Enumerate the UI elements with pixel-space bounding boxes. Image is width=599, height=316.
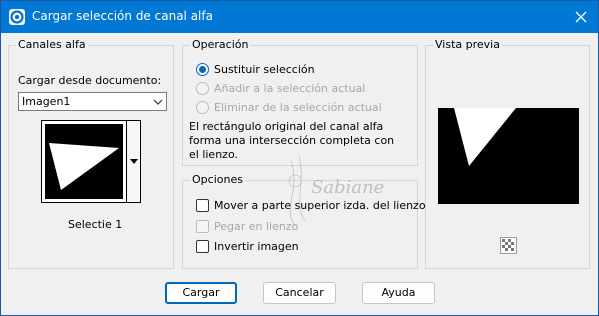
checkbox-invert-image[interactable]: Invertir imagen (196, 239, 406, 255)
thumbnail-dropdown-button[interactable] (127, 120, 141, 203)
checkbox-paste-on-canvas-label: Pegar en lienzo (214, 220, 299, 233)
checkbox-indicator (196, 199, 209, 212)
description-line: forma una intersección completa con (189, 134, 395, 147)
window-title: Cargar selección de canal alfa (32, 9, 213, 23)
checkbox-paste-on-canvas[interactable]: Pegar en lienzo (196, 219, 406, 235)
options-group-label: Opciones (190, 173, 245, 186)
dropdown-arrow-icon (130, 159, 138, 164)
selection-name: Selectie 1 (68, 218, 123, 231)
selection-preview (438, 108, 579, 204)
radio-replace-selection[interactable]: Sustituir selección (196, 62, 406, 78)
checkbox-indicator (196, 220, 209, 233)
chevron-down-icon (153, 99, 163, 105)
radio-add-to-selection-label: Añadir a la selección actual (214, 82, 366, 95)
checkbox-indicator (196, 240, 209, 253)
checkbox-move-top-left-label: Mover a parte superior izda. del lienzo (214, 199, 426, 212)
cancel-button[interactable]: Cancelar (263, 282, 336, 304)
alpha-channels-group-label: Canales alfa (16, 38, 88, 51)
load-button[interactable]: Cargar (165, 282, 237, 304)
app-icon (9, 9, 25, 25)
radio-indicator (196, 82, 209, 95)
alpha-channel-thumbnail-image (45, 124, 123, 199)
help-button[interactable]: Ayuda (362, 282, 435, 304)
load-from-document-label: Cargar desde documento: (18, 74, 162, 87)
checkbox-move-top-left[interactable]: Mover a parte superior izda. del lienzo (196, 198, 426, 214)
description-line: El rectángulo original del canal alfa (189, 120, 384, 133)
checkerboard-icon[interactable] (500, 237, 517, 254)
radio-remove-from-selection-label: Eliminar de la selección actual (214, 101, 382, 114)
title-bar[interactable]: Cargar selección de canal alfa (1, 1, 598, 33)
document-select[interactable]: Imagen1 (18, 92, 167, 111)
radio-indicator (196, 63, 209, 76)
radio-remove-from-selection[interactable]: Eliminar de la selección actual (196, 100, 406, 116)
alpha-channel-thumbnail[interactable] (41, 120, 127, 203)
document-select-value: Imagen1 (22, 95, 71, 108)
radio-indicator (196, 101, 209, 114)
close-icon[interactable] (571, 7, 591, 27)
radio-replace-selection-label: Sustituir selección (214, 63, 315, 76)
description-line: el lienzo. (189, 148, 238, 161)
operation-group-label: Operación (190, 38, 251, 51)
checkbox-invert-image-label: Invertir imagen (214, 240, 299, 253)
selection-preview-image (454, 108, 516, 166)
operation-description: El rectángulo original del canal alfa fo… (189, 120, 411, 162)
preview-group-label: Vista previa (433, 38, 502, 51)
radio-add-to-selection[interactable]: Añadir a la selección actual (196, 81, 406, 97)
load-alpha-selection-dialog: Cargar selección de canal alfa Canales a… (0, 0, 599, 316)
